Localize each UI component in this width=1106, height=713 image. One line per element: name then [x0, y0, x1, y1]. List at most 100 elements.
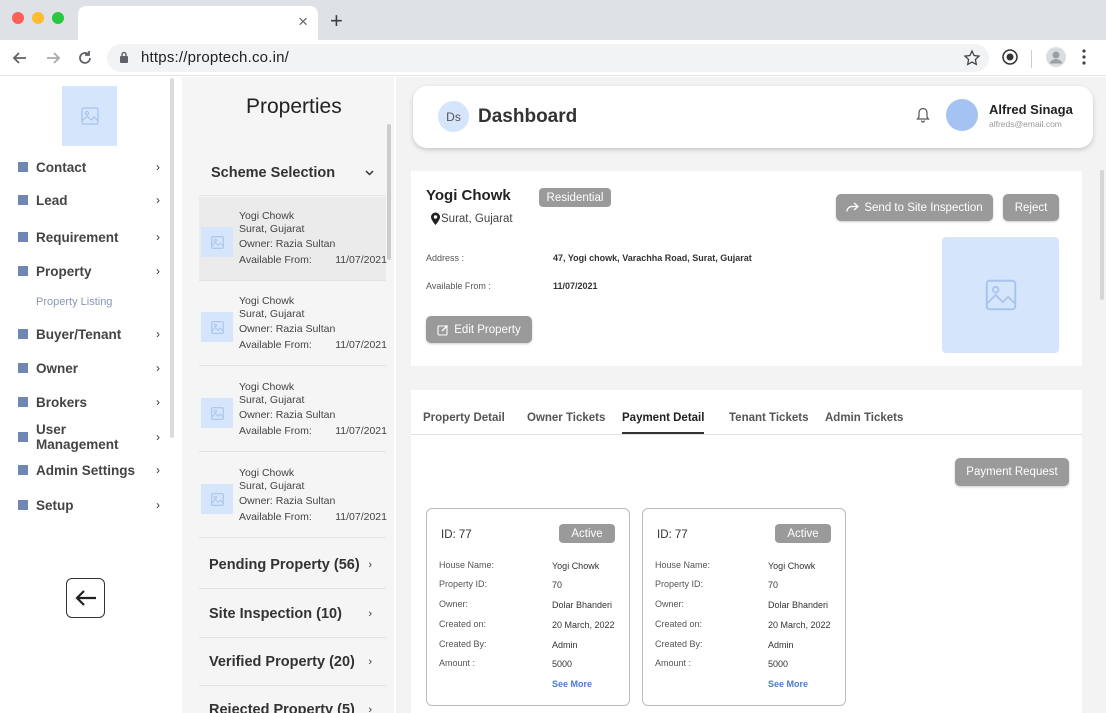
close-tab-icon[interactable]: ×	[298, 12, 308, 32]
reload-button[interactable]	[73, 46, 97, 70]
sidebar-item-admin-settings[interactable]: Admin Settings ›	[18, 460, 160, 480]
available-from-label: Available From :	[426, 281, 491, 291]
property-list-item[interactable]: Yogi Chowk Surat, Gujarat Owner: Razia S…	[199, 454, 387, 538]
chevron-down-icon	[365, 169, 374, 176]
nav-square-icon	[18, 432, 28, 442]
sidebar-scrollbar[interactable]	[170, 78, 174, 438]
property-detail-card: Yogi Chowk Residential Surat, Gujarat Se…	[411, 171, 1082, 366]
location-pin-icon	[431, 212, 440, 225]
amount-value: 5000	[768, 659, 789, 669]
sidebar-item-contact[interactable]: Contact ›	[18, 157, 160, 177]
tab-property-detail[interactable]: Property Detail	[423, 412, 505, 424]
available-date: 11/07/2021	[335, 424, 387, 437]
available-date: 11/07/2021	[335, 510, 387, 523]
property-name: Yogi Chowk	[239, 210, 295, 222]
tab-admin-tickets[interactable]: Admin Tickets	[825, 412, 903, 424]
status-group-verified[interactable]: Verified Property (20) ›	[199, 638, 386, 686]
collapse-sidebar-button[interactable]	[66, 578, 105, 618]
sidebar-item-requirement[interactable]: Requirement ›	[18, 227, 160, 247]
chevron-right-icon: ›	[156, 193, 160, 207]
status-group-site-inspection[interactable]: Site Inspection (10) ›	[199, 590, 386, 638]
available-label: Available From:	[239, 338, 312, 351]
status-group-rejected[interactable]: Rejected Property (5) ›	[199, 686, 386, 713]
image-placeholder-icon	[80, 107, 99, 125]
sidebar-item-brokers[interactable]: Brokers ›	[18, 392, 160, 412]
url-text[interactable]: https://proptech.co.in/	[141, 49, 289, 66]
property-location: Surat, Gujarat	[239, 222, 305, 235]
tab-payment-detail[interactable]: Payment Detail	[622, 412, 704, 424]
kebab-menu-icon[interactable]	[1081, 48, 1087, 66]
window-minimize-button[interactable]	[32, 12, 44, 24]
back-nav-button[interactable]	[8, 46, 32, 70]
payment-card: ID: 77 Active House Name: Yogi Chowk Pro…	[426, 508, 630, 706]
see-more-link[interactable]: See More	[768, 679, 808, 689]
window-close-button[interactable]	[12, 12, 24, 24]
image-placeholder-icon	[210, 320, 224, 334]
sidebar-item-label: Admin Settings	[36, 462, 136, 478]
logo-placeholder	[62, 86, 117, 146]
available-label: Available From:	[239, 424, 312, 437]
share-arrow-icon	[846, 202, 860, 212]
chevron-right-icon: ›	[156, 361, 160, 375]
property-thumbnail	[201, 484, 233, 514]
see-more-link[interactable]: See More	[552, 679, 592, 689]
sidebar-item-label: Buyer/Tenant	[36, 326, 122, 342]
created-by-value: Admin	[768, 640, 794, 650]
sidebar-item-owner[interactable]: Owner ›	[18, 358, 160, 378]
sidebar-item-buyer-tenant[interactable]: Buyer/Tenant ›	[18, 324, 160, 344]
house-name-value: Yogi Chowk	[552, 561, 600, 571]
tab-owner-tickets[interactable]: Owner Tickets	[527, 412, 605, 424]
created-on-value: 20 March, 2022	[552, 620, 615, 630]
sidebar-item-property[interactable]: Property ›	[18, 261, 160, 281]
property-owner: Owner: Razia Sultan	[239, 495, 336, 507]
created-on-value: 20 March, 2022	[768, 620, 831, 630]
window-maximize-button[interactable]	[52, 12, 64, 24]
bell-icon[interactable]	[916, 107, 930, 123]
star-icon[interactable]	[963, 49, 981, 67]
payment-request-button[interactable]: Payment Request	[955, 458, 1069, 486]
reject-button[interactable]: Reject	[1003, 194, 1059, 221]
address-bar[interactable]: https://proptech.co.in/	[107, 44, 989, 72]
address-label: Address :	[426, 253, 465, 263]
status-badge: Active	[559, 524, 615, 543]
available-label: Available From:	[239, 510, 312, 523]
payment-id: ID: 77	[441, 529, 472, 541]
created-by-label: Created By:	[439, 639, 487, 649]
sidebar-item-setup[interactable]: Setup ›	[18, 495, 160, 515]
sidebar-item-lead[interactable]: Lead ›	[18, 190, 160, 210]
property-list-item[interactable]: Yogi Chowk Surat, Gujarat Owner: Razia S…	[199, 197, 387, 281]
chevron-right-icon: ›	[156, 160, 160, 174]
payment-id: ID: 77	[657, 529, 688, 541]
send-button-label: Send to Site Inspection	[864, 201, 983, 214]
sidebar-item-user-management[interactable]: User Management ›	[18, 422, 160, 452]
chevron-right-icon: ›	[368, 607, 372, 620]
status-group-pending[interactable]: Pending Property (56) ›	[199, 541, 386, 589]
profile-icon[interactable]	[1046, 47, 1066, 67]
lock-icon	[120, 51, 128, 63]
status-group-label: Site Inspection (10)	[209, 605, 342, 622]
sidebar-item-label: Lead	[36, 192, 68, 208]
chevron-right-icon: ›	[368, 558, 372, 571]
send-to-site-inspection-button[interactable]: Send to Site Inspection	[836, 194, 993, 221]
avatar[interactable]	[946, 99, 978, 131]
scheme-selection-dropdown[interactable]: Scheme Selection	[199, 150, 386, 196]
forward-nav-button[interactable]	[41, 46, 65, 70]
sidebar-subitem-property-listing[interactable]: Property Listing	[36, 296, 112, 308]
browser-tab[interactable]: ×	[78, 6, 318, 40]
property-list-item[interactable]: Yogi Chowk Surat, Gujarat Owner: Razia S…	[199, 368, 387, 452]
chevron-right-icon: ›	[156, 264, 160, 278]
property-thumbnail	[201, 398, 233, 428]
properties-scrollbar[interactable]	[387, 124, 391, 260]
sidebar-item-label: Property	[36, 263, 92, 279]
sidebar-item-label: Requirement	[36, 229, 119, 245]
main-scrollbar[interactable]	[1100, 170, 1104, 300]
new-tab-button[interactable]: +	[330, 9, 343, 33]
active-tab-indicator	[622, 432, 704, 434]
edit-property-button[interactable]: Edit Property	[426, 316, 532, 343]
extension-icon[interactable]	[1001, 48, 1019, 66]
chevron-right-icon: ›	[156, 230, 160, 244]
property-list-item[interactable]: Yogi Chowk Surat, Gujarat Owner: Razia S…	[199, 282, 387, 366]
tab-tenant-tickets[interactable]: Tenant Tickets	[729, 412, 808, 424]
chevron-right-icon: ›	[368, 655, 372, 668]
sidebar-item-label: Brokers	[36, 394, 88, 410]
